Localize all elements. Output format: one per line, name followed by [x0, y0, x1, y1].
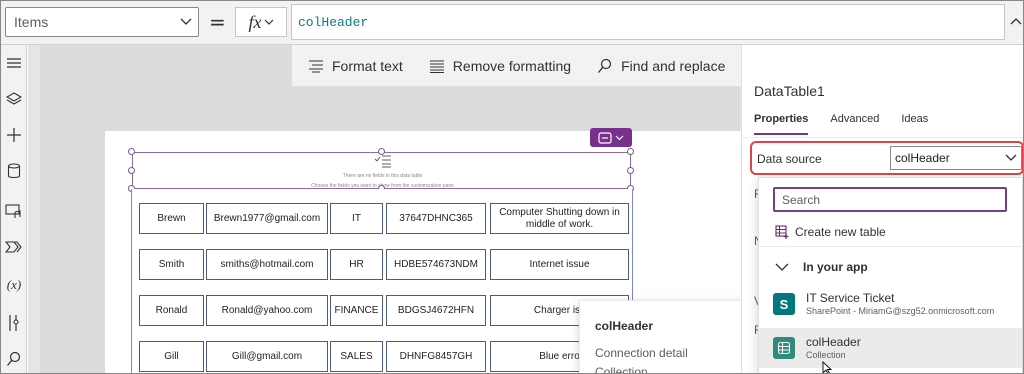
- remove-formatting-label: Remove formatting: [452, 57, 572, 74]
- control-name: DataTable1: [754, 83, 825, 99]
- gallery-cell[interactable]: Gill@gmail.com: [206, 341, 328, 372]
- gallery-cell[interactable]: SALES: [330, 341, 383, 372]
- datasource-option-it-service-ticket[interactable]: S IT Service Ticket SharePoint - MiriamG…: [759, 284, 1022, 324]
- formula-text: colHeader: [298, 14, 369, 30]
- data-source-label: Data source: [757, 152, 822, 166]
- chevron-down-icon: [174, 18, 198, 26]
- find-replace-button[interactable]: Find and replace: [597, 58, 725, 74]
- search-icon: [598, 58, 612, 73]
- data-source-row: Data source colHeader: [750, 141, 1023, 175]
- tabs-divider: [742, 137, 1023, 138]
- left-rail: (x): [1, 45, 27, 373]
- create-table-label: Create new table: [795, 225, 886, 239]
- table-add-icon: [775, 225, 789, 239]
- gallery[interactable]: Brewn Brewn1977@gmail.com IT 37647DHNC36…: [131, 189, 633, 373]
- data-source-dropdown[interactable]: colHeader: [890, 146, 1022, 170]
- resize-handle[interactable]: [128, 167, 135, 174]
- remove-formatting-button[interactable]: Remove formatting: [429, 58, 571, 74]
- remove-formatting-icon: [429, 60, 444, 73]
- gallery-cell[interactable]: FINANCE: [330, 295, 383, 326]
- data-source-value: colHeader: [895, 151, 950, 165]
- resize-handle[interactable]: [627, 167, 634, 174]
- formula-input[interactable]: colHeader: [291, 4, 1005, 40]
- chevron-down-icon: [264, 19, 273, 25]
- fx-button[interactable]: fx: [235, 7, 287, 37]
- tooltip-type: Collection: [595, 365, 648, 374]
- datasource-tooltip: colHeader Connection detail Collection: [579, 300, 755, 374]
- gallery-cell[interactable]: BDGSJ4672HFN: [386, 295, 486, 326]
- property-dropdown-value: Items: [14, 14, 49, 30]
- mouse-cursor-icon: [822, 360, 833, 373]
- equals-sign: =: [209, 10, 226, 34]
- option-subtitle: SharePoint - MiriamG@szg52.onmicrosoft.c…: [806, 306, 995, 316]
- tooltip-detail: Connection detail: [595, 346, 688, 360]
- collapse-formula-icon[interactable]: [1009, 13, 1023, 31]
- resize-handle[interactable]: [128, 148, 135, 155]
- format-text-icon: [309, 59, 323, 73]
- formula-bar: Items = fx colHeader: [1, 1, 1023, 45]
- plus-icon[interactable]: [4, 125, 24, 145]
- tools-icon[interactable]: [4, 313, 24, 333]
- chevron-down-icon: [775, 263, 789, 271]
- copilot-button[interactable]: [590, 128, 632, 147]
- option-subtitle: Collection: [806, 350, 846, 360]
- fx-icon: fx: [248, 11, 262, 32]
- gallery-cell[interactable]: Brewn1977@gmail.com: [206, 203, 328, 234]
- power-automate-icon[interactable]: [4, 237, 24, 257]
- gallery-cell[interactable]: Brewn: [139, 203, 204, 234]
- gallery-cell[interactable]: Internet issue: [490, 249, 629, 280]
- gallery-cell[interactable]: 37647DHNC365: [386, 203, 486, 234]
- resize-handle[interactable]: [627, 148, 634, 155]
- chevron-down-icon: [615, 135, 624, 140]
- collection-icon: [773, 337, 795, 359]
- option-name: colHeader: [806, 335, 861, 349]
- hamburger-icon[interactable]: [4, 53, 24, 73]
- gallery-cell[interactable]: Smith: [139, 249, 204, 280]
- group-in-your-app[interactable]: In your app: [775, 260, 868, 274]
- find-replace-label: Find and replace: [621, 57, 726, 74]
- media-icon[interactable]: [4, 201, 24, 221]
- gallery-cell[interactable]: smiths@hotmail.com: [206, 249, 328, 280]
- gallery-cell[interactable]: IT: [330, 203, 383, 234]
- format-text-button[interactable]: Format text: [308, 58, 403, 74]
- menu-divider: [759, 246, 1023, 247]
- gallery-cell[interactable]: Gill: [139, 341, 204, 372]
- tab-ideas[interactable]: Ideas: [901, 113, 928, 135]
- datatable-empty-message: There are no fields in this data table: [342, 173, 423, 179]
- copilot-icon: [598, 131, 612, 144]
- sharepoint-icon: S: [773, 293, 795, 315]
- chevron-down-icon: [1001, 154, 1021, 162]
- database-icon[interactable]: [4, 161, 24, 181]
- gallery-cell[interactable]: Ronald: [139, 295, 204, 326]
- fields-icon: [374, 155, 391, 168]
- datatable-control[interactable]: There are no fields in this data table C…: [132, 152, 631, 189]
- create-table-button[interactable]: Create new table: [775, 225, 886, 239]
- tab-properties[interactable]: Properties: [754, 113, 809, 135]
- option-name: IT Service Ticket: [806, 291, 895, 305]
- search-input[interactable]: Search: [773, 187, 1007, 212]
- data-source-menu: Search Create new table In your app S IT…: [758, 177, 1023, 373]
- tab-advanced[interactable]: Advanced: [830, 113, 879, 135]
- format-text-label: Format text: [332, 57, 403, 74]
- gallery-cell[interactable]: Ronald@yahoo.com: [206, 295, 328, 326]
- variables-icon[interactable]: (x): [4, 275, 24, 295]
- search-icon[interactable]: [4, 349, 24, 369]
- gallery-cell[interactable]: Computer Shutting down in middle of work…: [490, 203, 629, 234]
- tooltip-title: colHeader: [595, 319, 654, 333]
- gallery-cell[interactable]: DHNFG8457GH: [386, 341, 486, 372]
- pane-tabs: Properties Advanced Ideas: [754, 113, 928, 135]
- resize-handle[interactable]: [378, 148, 385, 155]
- group-label: In your app: [803, 260, 868, 274]
- layers-icon[interactable]: [4, 89, 24, 109]
- app-window: Items = fx colHeader (x) Format text Rem…: [0, 0, 1024, 374]
- gallery-cell[interactable]: HR: [330, 249, 383, 280]
- gallery-cell[interactable]: HDBE574673NDM: [386, 249, 486, 280]
- property-dropdown[interactable]: Items: [5, 7, 199, 37]
- datasource-option-colheader[interactable]: colHeader Collection: [759, 328, 1022, 368]
